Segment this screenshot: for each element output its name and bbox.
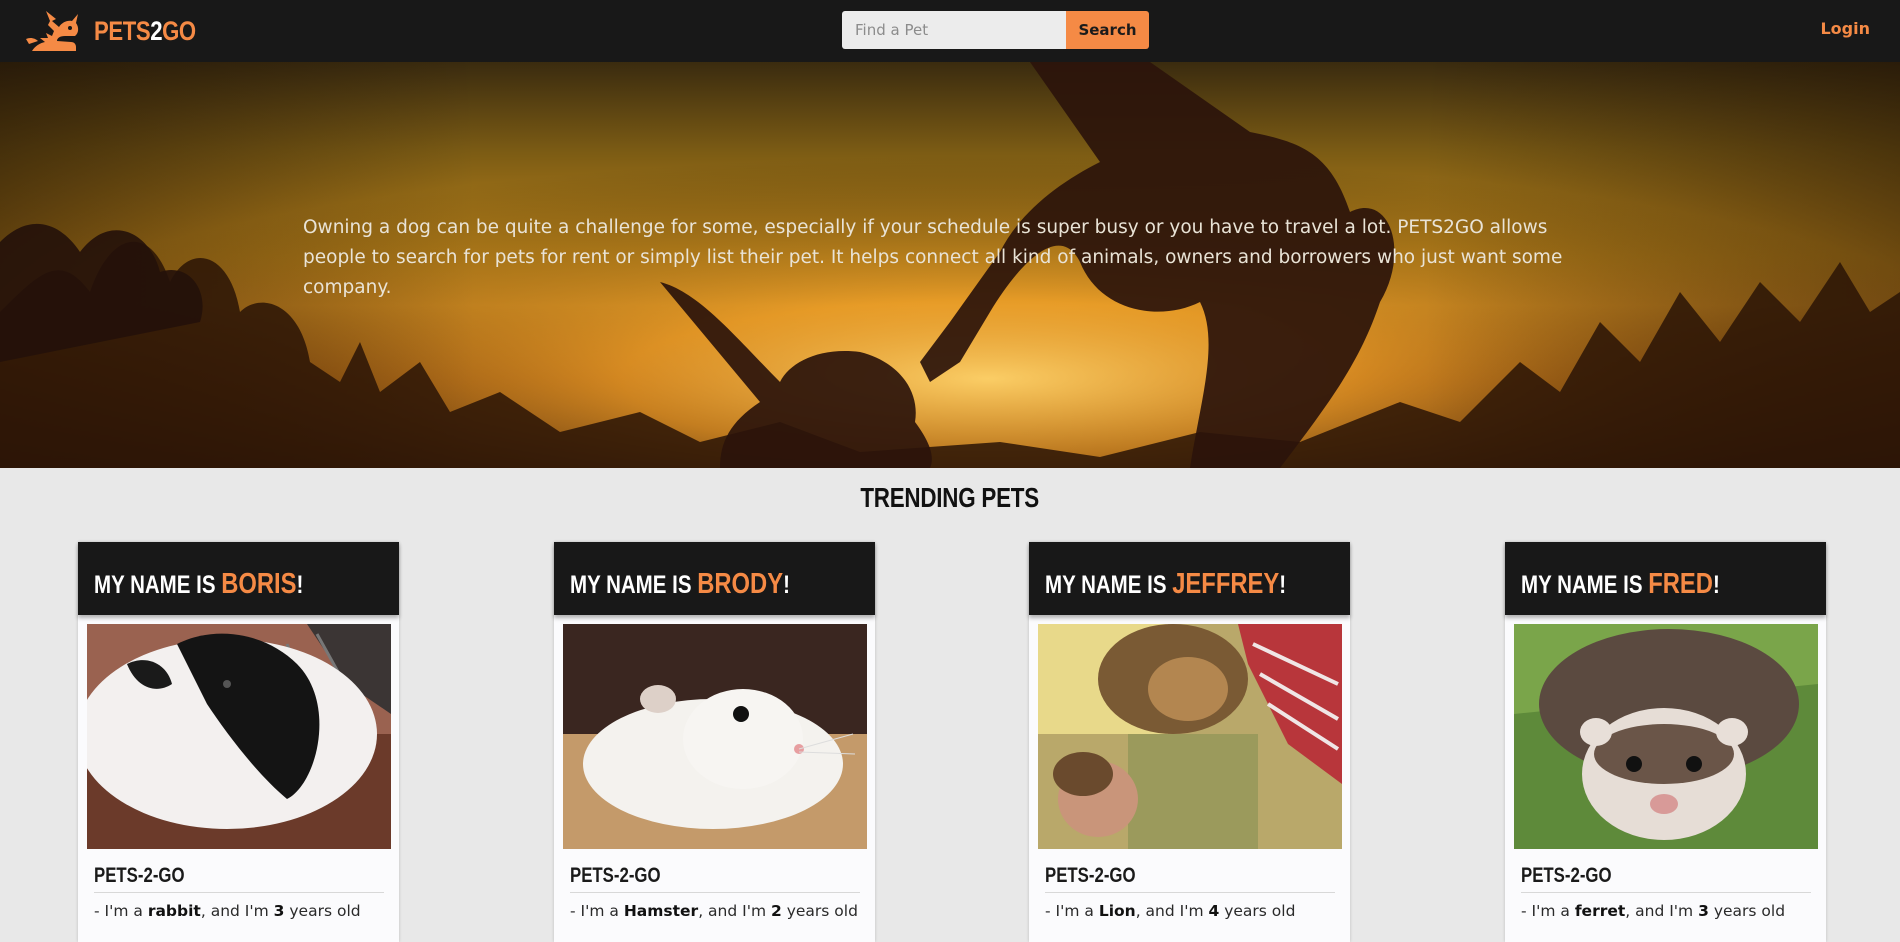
pet-species: rabbit — [147, 902, 201, 920]
logo-text-pets: PETS — [94, 15, 151, 46]
rabbit-photo[interactable] — [87, 624, 391, 849]
login-link[interactable]: Login — [1820, 19, 1870, 38]
trending-pets-heading: TRENDING PETS — [0, 482, 1900, 514]
trending-pets-heading-text: TRENDING PETS — [860, 482, 1040, 513]
card-divider — [1521, 892, 1811, 893]
hero-banner: Owning a dog can be quite a challenge fo… — [0, 62, 1900, 468]
pet-card-header: MY NAME IS FRED! — [1505, 542, 1826, 615]
desc-part: - I'm a — [1045, 902, 1099, 920]
desc-part: , and I'm — [1135, 902, 1209, 920]
pet-age: 2 — [771, 902, 782, 920]
search-button[interactable]: Search — [1066, 11, 1149, 49]
title-prefix: MY NAME IS — [1521, 571, 1649, 599]
dragon-logo-icon — [26, 11, 79, 51]
pet-name: BRODY — [697, 568, 784, 600]
top-navbar: PETS2GO Search Login — [0, 0, 1900, 62]
desc-part: , and I'm — [200, 902, 274, 920]
desc-part: , and I'm — [1625, 902, 1699, 920]
pet-card-title: MY NAME IS BRODY! — [570, 568, 790, 601]
pet-card-title: MY NAME IS JEFFREY! — [1045, 568, 1286, 601]
pet-name: FRED — [1648, 568, 1713, 600]
card-divider — [1045, 892, 1335, 893]
logo-wordmark: PETS2GO — [94, 16, 196, 47]
card-divider — [570, 892, 860, 893]
pet-card-jeffrey[interactable]: MY NAME IS JEFFREY! PETS-2-GO - I'm a Li… — [1029, 542, 1350, 942]
pet-card-fred[interactable]: MY NAME IS FRED! PETS-2-GO - I'm a ferre… — [1505, 542, 1826, 942]
title-prefix: MY NAME IS — [94, 571, 222, 599]
pet-card-brand: PETS-2-GO — [94, 864, 185, 887]
hero-description: Owning a dog can be quite a challenge fo… — [303, 217, 1563, 298]
title-suffix: ! — [296, 571, 304, 599]
pet-card-description: - I'm a Hamster, and I'm 2 years old — [570, 902, 858, 920]
pet-name: BORIS — [221, 568, 297, 600]
pet-card-brand: PETS-2-GO — [570, 864, 661, 887]
ferret-photo[interactable] — [1514, 624, 1818, 849]
title-prefix: MY NAME IS — [570, 571, 698, 599]
desc-part: - I'm a — [1521, 902, 1575, 920]
desc-part: years old — [781, 902, 858, 920]
desc-part: , and I'm — [698, 902, 771, 920]
desc-part: years old — [1219, 902, 1296, 920]
pet-card-title: MY NAME IS FRED! — [1521, 568, 1720, 601]
desc-part: years old — [1708, 902, 1786, 920]
title-suffix: ! — [783, 571, 790, 599]
pet-card-description: - I'm a ferret, and I'm 3 years old — [1521, 902, 1785, 920]
title-prefix: MY NAME IS — [1045, 571, 1173, 599]
pet-card-description: - I'm a Lion, and I'm 4 years old — [1045, 902, 1295, 920]
title-suffix: ! — [1279, 571, 1287, 599]
pet-age: 4 — [1208, 902, 1220, 920]
hamster-photo[interactable] — [563, 624, 867, 849]
pet-card-header: MY NAME IS JEFFREY! — [1029, 542, 1350, 615]
search-input[interactable] — [842, 11, 1066, 49]
pet-card-description: - I'm a rabbit, and I'm 3 years old — [94, 902, 361, 920]
pet-species: Hamster — [623, 902, 699, 920]
pet-card-brand: PETS-2-GO — [1521, 864, 1612, 887]
logo-text-go: GO — [162, 15, 196, 46]
pet-card-boris[interactable]: MY NAME IS BORIS! PETS-2-GO - I'm a rabb… — [78, 542, 399, 942]
pet-card-header: MY NAME IS BRODY! — [554, 542, 875, 615]
pet-species: ferret — [1574, 902, 1626, 920]
card-divider — [94, 892, 384, 893]
desc-part: - I'm a — [94, 902, 148, 920]
pet-name: JEFFREY — [1172, 568, 1280, 600]
desc-part: years old — [284, 902, 361, 920]
pet-card-brody[interactable]: MY NAME IS BRODY! PETS-2-GO - I'm a Hams… — [554, 542, 875, 942]
pet-card-header: MY NAME IS BORIS! — [78, 542, 399, 615]
search-bar: Search — [842, 11, 1149, 49]
title-suffix: ! — [1712, 571, 1720, 599]
lion-photo[interactable] — [1038, 624, 1342, 849]
logo-link[interactable]: PETS2GO — [26, 8, 218, 54]
pet-card-brand: PETS-2-GO — [1045, 864, 1136, 887]
pet-species: Lion — [1098, 902, 1136, 920]
pet-age: 3 — [1698, 902, 1709, 920]
desc-part: - I'm a — [570, 902, 624, 920]
pet-age: 3 — [273, 902, 285, 920]
pet-card-title: MY NAME IS BORIS! — [94, 568, 303, 601]
logo-text-2: 2 — [150, 15, 163, 46]
